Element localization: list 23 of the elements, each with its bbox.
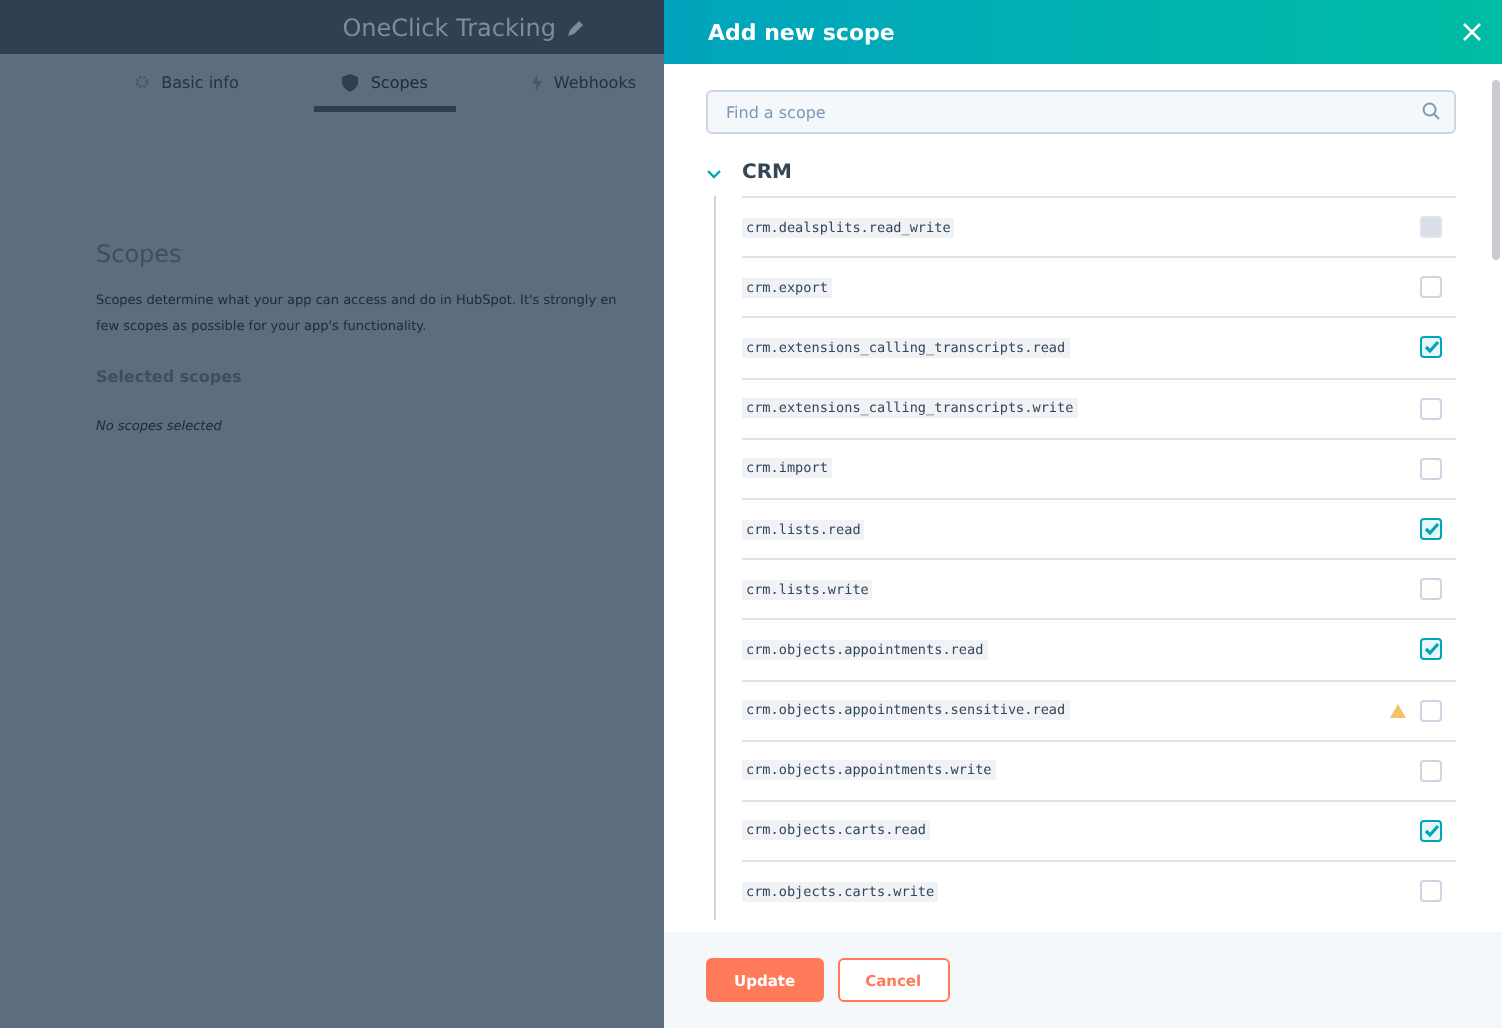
checkbox[interactable] (1420, 699, 1442, 722)
panel-title: Add new scope (708, 19, 895, 45)
tab[interactable]: Webhooks (503, 58, 664, 112)
shield-icon (342, 73, 359, 91)
checkbox[interactable] (1420, 397, 1442, 420)
checkbox[interactable] (1420, 457, 1442, 480)
checkbox[interactable] (1420, 880, 1442, 903)
checkbox[interactable] (1420, 759, 1442, 782)
search-field[interactable]: Find a scope (706, 90, 1456, 134)
checkbox[interactable] (1420, 638, 1442, 661)
checkbox[interactable] (1420, 276, 1442, 299)
close-button[interactable] (1462, 22, 1482, 42)
checkbox[interactable] (1420, 578, 1442, 601)
pencil-icon[interactable] (568, 19, 584, 35)
checkbox[interactable] (1420, 518, 1442, 541)
tab[interactable]: Scopes (314, 58, 456, 112)
chevron-icon (706, 167, 722, 179)
checkbox[interactable] (1420, 336, 1442, 359)
checkbox[interactable] (1420, 819, 1442, 842)
group-header[interactable]: CRM (706, 162, 1456, 184)
search-icon (1422, 102, 1440, 120)
app-title: OneClick Tracking (342, 13, 556, 41)
tab[interactable]: Basic info (105, 58, 267, 112)
